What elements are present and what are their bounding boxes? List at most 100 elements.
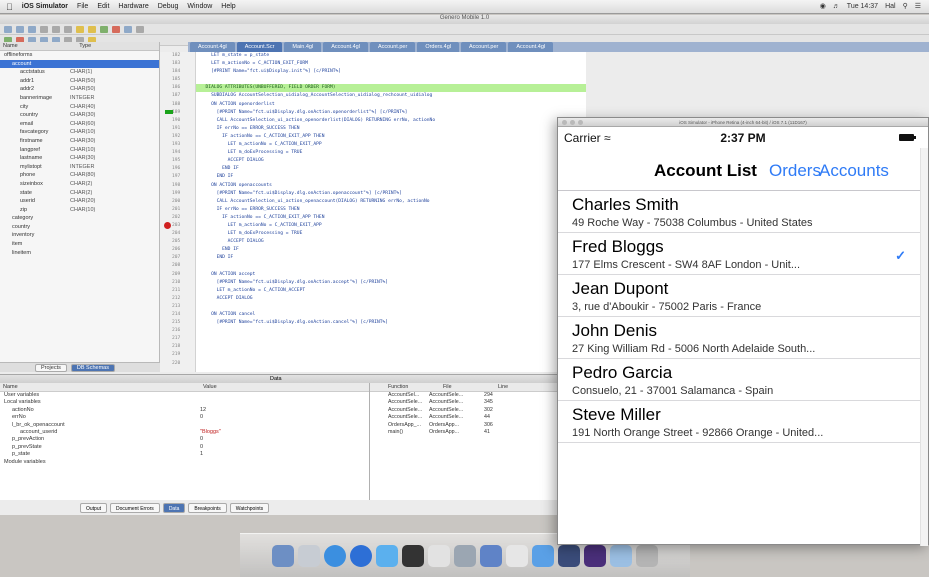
menu-help[interactable]: Help xyxy=(221,0,235,14)
open-file-icon[interactable] xyxy=(16,25,24,33)
stack-col-file[interactable]: File xyxy=(425,383,480,391)
navigator-row[interactable]: category xyxy=(0,214,159,223)
variable-row[interactable]: actionNo 12 xyxy=(0,407,369,414)
account-cell[interactable]: Jean Dupont 3, rue d'Aboukir - 75002 Pari… xyxy=(558,275,928,317)
menu-app-name[interactable]: iOS Simulator xyxy=(22,0,68,14)
menu-edit[interactable]: Edit xyxy=(97,0,109,14)
editor-tab[interactable]: Account.per xyxy=(369,42,416,52)
finder-icon[interactable] xyxy=(272,544,294,567)
code-editor[interactable]: LET m_state = p_state LET m_actionNo = C… xyxy=(196,52,586,372)
menu-debug[interactable]: Debug xyxy=(158,0,179,14)
settings-icon[interactable] xyxy=(136,25,144,33)
navigator-row[interactable]: zip CHAR(10) xyxy=(0,206,159,215)
output-tab[interactable]: Watchpoints xyxy=(229,503,270,513)
navigator-row[interactable]: mylistopt INTEGER xyxy=(0,163,159,172)
paste-icon[interactable] xyxy=(64,25,72,33)
navigator-row[interactable]: country CHAR(30) xyxy=(0,111,159,120)
variable-row[interactable]: l_br_ok_openaccount xyxy=(0,422,369,429)
account-cell[interactable]: Fred Bloggs 177 Elms Crescent - SW4 8AF L… xyxy=(558,233,928,275)
navigator-row[interactable]: langpref CHAR(10) xyxy=(0,146,159,155)
navigator-row[interactable]: offlineforms xyxy=(0,51,159,60)
spotlight-icon[interactable]: ⚲ xyxy=(903,0,908,14)
mail-icon[interactable] xyxy=(376,544,398,567)
navigator-row[interactable]: email CHAR(60) xyxy=(0,120,159,129)
debug-icon[interactable] xyxy=(124,25,132,33)
navigator-row[interactable]: phone CHAR(80) xyxy=(0,171,159,180)
navigator-col-name[interactable]: Name xyxy=(3,43,18,49)
output-tab[interactable]: Output xyxy=(80,503,108,513)
close-window-icon[interactable] xyxy=(562,120,567,125)
navigator-row[interactable]: addr2 CHAR(50) xyxy=(0,85,159,94)
ide-icon[interactable] xyxy=(584,544,606,567)
wifi-icon[interactable]: ◉ xyxy=(820,0,826,14)
copy-icon[interactable] xyxy=(52,25,60,33)
stop-icon[interactable] xyxy=(112,25,120,33)
navigator-row[interactable]: state CHAR(2) xyxy=(0,189,159,198)
navigator-row[interactable]: acctstatus CHAR(1) xyxy=(0,68,159,77)
menu-window[interactable]: Window xyxy=(187,0,212,14)
tab-db-schemas[interactable]: DB Schemas xyxy=(70,363,115,372)
editor-tab[interactable]: Account.per xyxy=(461,42,507,52)
variable-row[interactable]: errNo 0 xyxy=(0,414,369,421)
output-tab[interactable]: Document Errors xyxy=(110,503,160,513)
menu-file[interactable]: File xyxy=(77,0,88,14)
editor-tab[interactable]: Orders.4gl xyxy=(417,42,459,52)
tab-projects[interactable]: Projects xyxy=(35,363,67,372)
safari-icon[interactable] xyxy=(324,544,346,567)
minimize-window-icon[interactable] xyxy=(570,120,575,125)
navigator-row[interactable]: userid CHAR(20) xyxy=(0,197,159,206)
stack-col-function[interactable]: Function xyxy=(370,383,425,391)
terminal-icon[interactable] xyxy=(402,544,424,567)
save-icon[interactable] xyxy=(28,25,36,33)
trash-icon[interactable] xyxy=(636,544,658,567)
calendar-icon[interactable] xyxy=(506,544,528,567)
editor-tab[interactable]: Account.4gl xyxy=(190,42,235,52)
output-tab[interactable]: Breakpoints xyxy=(188,503,227,513)
editor-tab[interactable]: Main.4gl xyxy=(284,42,322,52)
output-tab[interactable]: Data xyxy=(162,503,186,513)
xcode-icon[interactable] xyxy=(480,544,502,567)
launchpad-icon[interactable] xyxy=(298,544,320,567)
navigator-row[interactable]: lastname CHAR(30) xyxy=(0,154,159,163)
textedit-icon[interactable] xyxy=(428,544,450,567)
variable-row[interactable]: p_prevAction 0 xyxy=(0,436,369,443)
variable-row[interactable]: Module variables xyxy=(0,459,369,466)
account-cell[interactable]: John Denis 27 King William Rd - 5006 Nort… xyxy=(558,317,928,359)
navigator-row[interactable]: addr1 CHAR(50) xyxy=(0,77,159,86)
new-file-icon[interactable] xyxy=(4,25,12,33)
downloads-folder-icon[interactable] xyxy=(610,544,632,567)
menu-hardware[interactable]: Hardware xyxy=(118,0,148,14)
breakpoint-marker[interactable] xyxy=(164,222,171,229)
build-icon[interactable] xyxy=(76,25,84,33)
simulator-icon[interactable] xyxy=(532,544,554,567)
navigator-row[interactable]: sizeinbox CHAR(2) xyxy=(0,180,159,189)
navigator-row[interactable]: favcategory CHAR(10) xyxy=(0,128,159,137)
menu-clock[interactable]: Tue 14:37 xyxy=(847,0,878,14)
navigator-row[interactable]: inventory xyxy=(0,231,159,240)
variables-col-name[interactable]: Name xyxy=(3,383,203,391)
navigator-row[interactable]: city CHAR(40) xyxy=(0,103,159,112)
account-cell[interactable]: Steve Miller 191 North Orange Street - 92… xyxy=(558,401,928,443)
navigator-row[interactable]: bannerimage INTEGER xyxy=(0,94,159,103)
preferences-icon[interactable] xyxy=(454,544,476,567)
navigator-row[interactable]: country xyxy=(0,223,159,232)
orders-button[interactable]: Orders xyxy=(769,161,821,181)
run-icon[interactable] xyxy=(100,25,108,33)
variable-row[interactable]: Local variables xyxy=(0,399,369,406)
compile-icon[interactable] xyxy=(88,25,96,33)
account-cell[interactable]: Charles Smith 49 Roche Way - 75038 Columb… xyxy=(558,191,928,233)
account-cell[interactable]: Pedro Garcia Consuelo, 21 - 37001 Salaman… xyxy=(558,359,928,401)
editor-tab[interactable]: Account.4gl xyxy=(508,42,554,52)
list-icon[interactable]: ☰ xyxy=(915,0,921,14)
variable-row[interactable]: p_prevState 0 xyxy=(0,444,369,451)
simulator-scrollbar[interactable] xyxy=(920,148,928,546)
menu-user[interactable]: Hal xyxy=(885,0,896,14)
navigator-row[interactable]: lineitem xyxy=(0,249,159,258)
variables-col-value[interactable]: Value xyxy=(203,383,217,391)
navigator-row[interactable]: item xyxy=(0,240,159,249)
editor-tab[interactable]: Account.Scr xyxy=(236,42,283,52)
variable-row[interactable]: p_state 1 xyxy=(0,451,369,458)
zoom-window-icon[interactable] xyxy=(578,120,583,125)
accounts-button[interactable]: Accounts xyxy=(819,161,889,181)
variable-row[interactable]: User variables xyxy=(0,392,369,399)
